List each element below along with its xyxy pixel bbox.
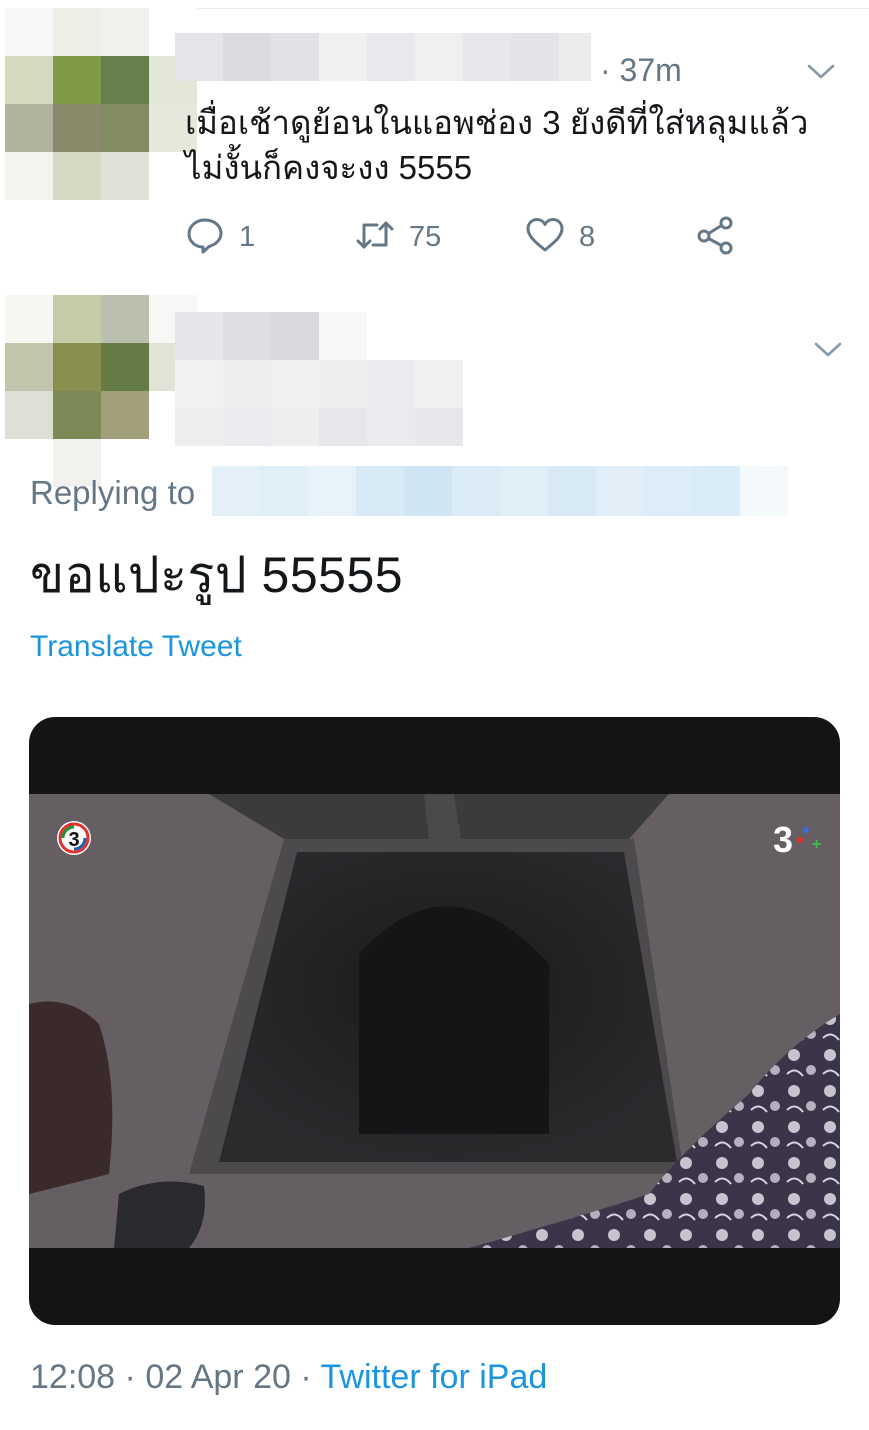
share-icon xyxy=(695,215,735,260)
video-frame: 3 3 + xyxy=(29,794,840,1248)
chevron-down-icon[interactable] xyxy=(813,340,843,360)
retweet-icon xyxy=(355,215,395,260)
scene-image: 3 3 + xyxy=(29,794,840,1248)
blurred-handle xyxy=(175,360,463,408)
blurred-handle-line xyxy=(175,408,463,446)
svg-text:3: 3 xyxy=(773,819,793,860)
tweet-meta: 12:08 · 02 Apr 20 · Twitter for iPad xyxy=(30,1358,547,1397)
avatar[interactable] xyxy=(5,295,197,487)
blurred-reply-handle[interactable] xyxy=(212,466,788,516)
share-button[interactable] xyxy=(695,215,735,260)
like-icon xyxy=(525,215,565,260)
replying-to-label: Replying to xyxy=(30,474,196,511)
reply-button[interactable]: 1 xyxy=(185,215,255,260)
like-count: 8 xyxy=(579,221,596,253)
blurred-username xyxy=(175,33,591,81)
reply-icon xyxy=(185,215,225,260)
tweet-date: 02 Apr 20 xyxy=(145,1358,291,1396)
avatar[interactable] xyxy=(5,8,197,200)
like-button[interactable]: 8 xyxy=(525,215,595,260)
parent-tweet-text: เมื่อเช้าดูย้อนในแอพช่อง 3 ยังดีที่ใส่หล… xyxy=(185,104,809,186)
tweet-media[interactable]: 3 3 + xyxy=(29,717,840,1325)
chevron-down-icon[interactable] xyxy=(806,62,836,82)
retweet-count: 75 xyxy=(409,221,442,253)
tweet-time: · 37m xyxy=(600,52,682,88)
translate-tweet-link[interactable]: Translate Tweet xyxy=(30,630,242,664)
tweet-source-link[interactable]: Twitter for iPad xyxy=(321,1358,548,1396)
blurred-display-name xyxy=(175,312,367,360)
top-divider xyxy=(175,8,869,9)
svg-text:3: 3 xyxy=(68,829,79,851)
tweet-text: ขอแปะรูป 55555 xyxy=(30,547,404,603)
reply-count: 1 xyxy=(239,221,256,253)
channel-3-logo: 3 xyxy=(57,821,91,855)
retweet-button[interactable]: 75 xyxy=(355,215,441,260)
tweet-timestamp: 12:08 xyxy=(30,1358,116,1396)
meta-separator: · xyxy=(124,1358,136,1396)
meta-separator: · xyxy=(300,1358,312,1396)
svg-text:+: + xyxy=(812,836,821,853)
